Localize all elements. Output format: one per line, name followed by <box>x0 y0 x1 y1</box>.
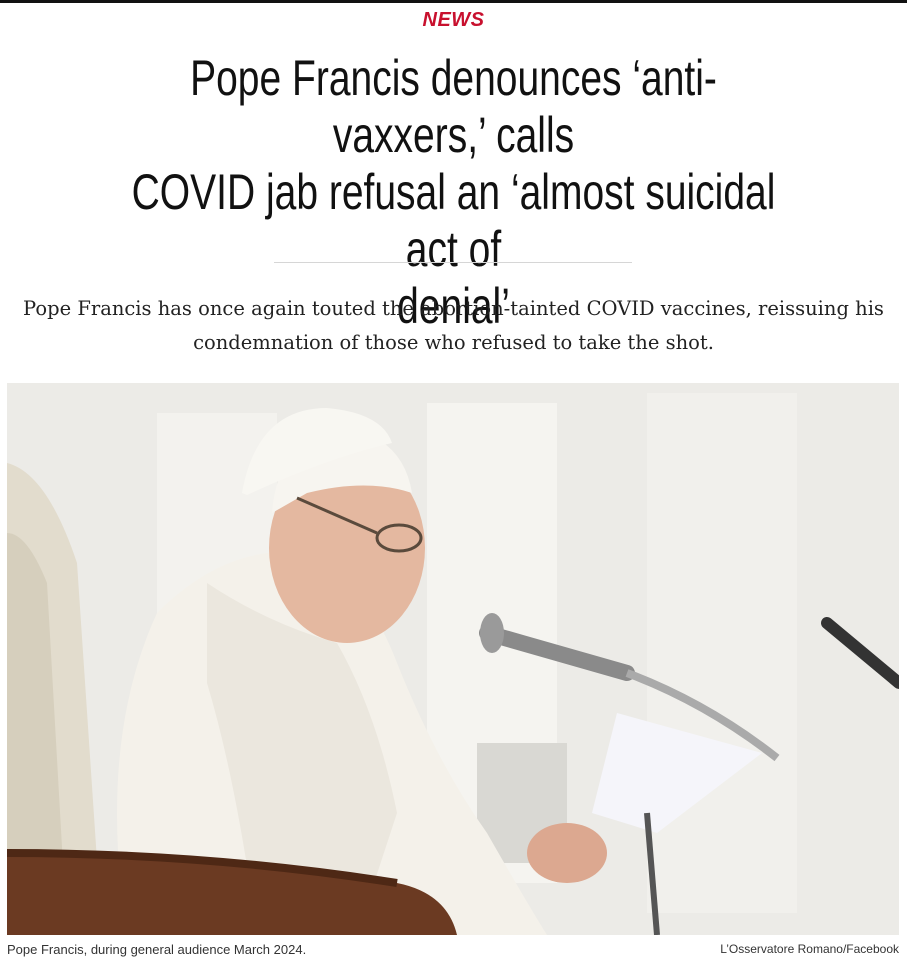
article-photo[interactable] <box>7 383 899 935</box>
photo-credit: L’Osservatore Romano/Facebook <box>720 942 899 956</box>
photo-caption-row: Pope Francis, during general audience Ma… <box>7 942 899 962</box>
article-dek: Pope Francis has once again touted the a… <box>20 292 887 360</box>
photo-illustration <box>7 383 899 935</box>
section-tag-news[interactable]: NEWS <box>0 9 907 32</box>
dek-line-2: condemnation of those who refused to tak… <box>193 331 714 354</box>
headline-line-2: COVID jab refusal an ‘almost suicidal ac… <box>131 164 776 277</box>
photo-caption: Pope Francis, during general audience Ma… <box>7 942 307 957</box>
headline-line-1: Pope Francis denounces ‘anti-vaxxers,’ c… <box>190 50 717 163</box>
headline-divider <box>274 262 632 263</box>
top-rule <box>0 0 907 3</box>
dek-line-1: Pope Francis has once again touted the a… <box>23 297 884 320</box>
